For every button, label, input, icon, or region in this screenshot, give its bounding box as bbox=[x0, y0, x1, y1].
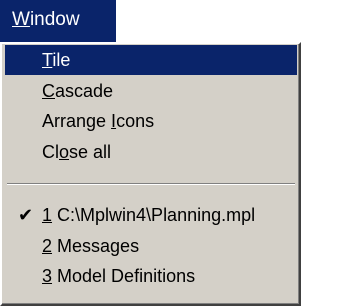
menu-item-window-3[interactable]: 3 Model Definitions bbox=[5, 261, 297, 291]
menu-item-arrange-icons-label: Arrange Icons bbox=[42, 111, 155, 131]
window-1-number: 1 bbox=[42, 205, 53, 225]
menu-item-window-2-label: 2 Messages bbox=[42, 236, 140, 256]
window-3-number: 3 bbox=[42, 266, 53, 286]
window-menu-title[interactable]: Window bbox=[0, 0, 116, 42]
menu-item-window-1-label: 1 C:\Mplwin4\Planning.mpl bbox=[42, 205, 256, 225]
menu-item-tile-label: Tile bbox=[42, 50, 71, 70]
menu-item-tile[interactable]: Tile bbox=[5, 45, 297, 75]
checkmark-icon: ✔ bbox=[18, 205, 34, 225]
window-menu-title-label: Window bbox=[12, 9, 80, 30]
menu-item-window-3-label: 3 Model Definitions bbox=[42, 266, 196, 286]
window-2-number: 2 bbox=[42, 236, 53, 256]
menu-item-cascade-label: Cascade bbox=[42, 81, 114, 101]
menu-item-cascade[interactable]: Cascade bbox=[5, 76, 297, 106]
menu-item-close-all-label: Close all bbox=[42, 142, 112, 162]
menu-item-arrange-icons[interactable]: Arrange Icons bbox=[5, 106, 297, 136]
menu-item-window-1[interactable]: ✔ 1 C:\Mplwin4\Planning.mpl bbox=[5, 200, 297, 230]
window-dropdown-menu: Tile Cascade Arrange Icons Close all ✔ 1… bbox=[0, 42, 301, 306]
menu-separator bbox=[7, 183, 295, 185]
menu-item-window-2[interactable]: 2 Messages bbox=[5, 231, 297, 261]
menu-item-close-all[interactable]: Close all bbox=[5, 137, 297, 167]
